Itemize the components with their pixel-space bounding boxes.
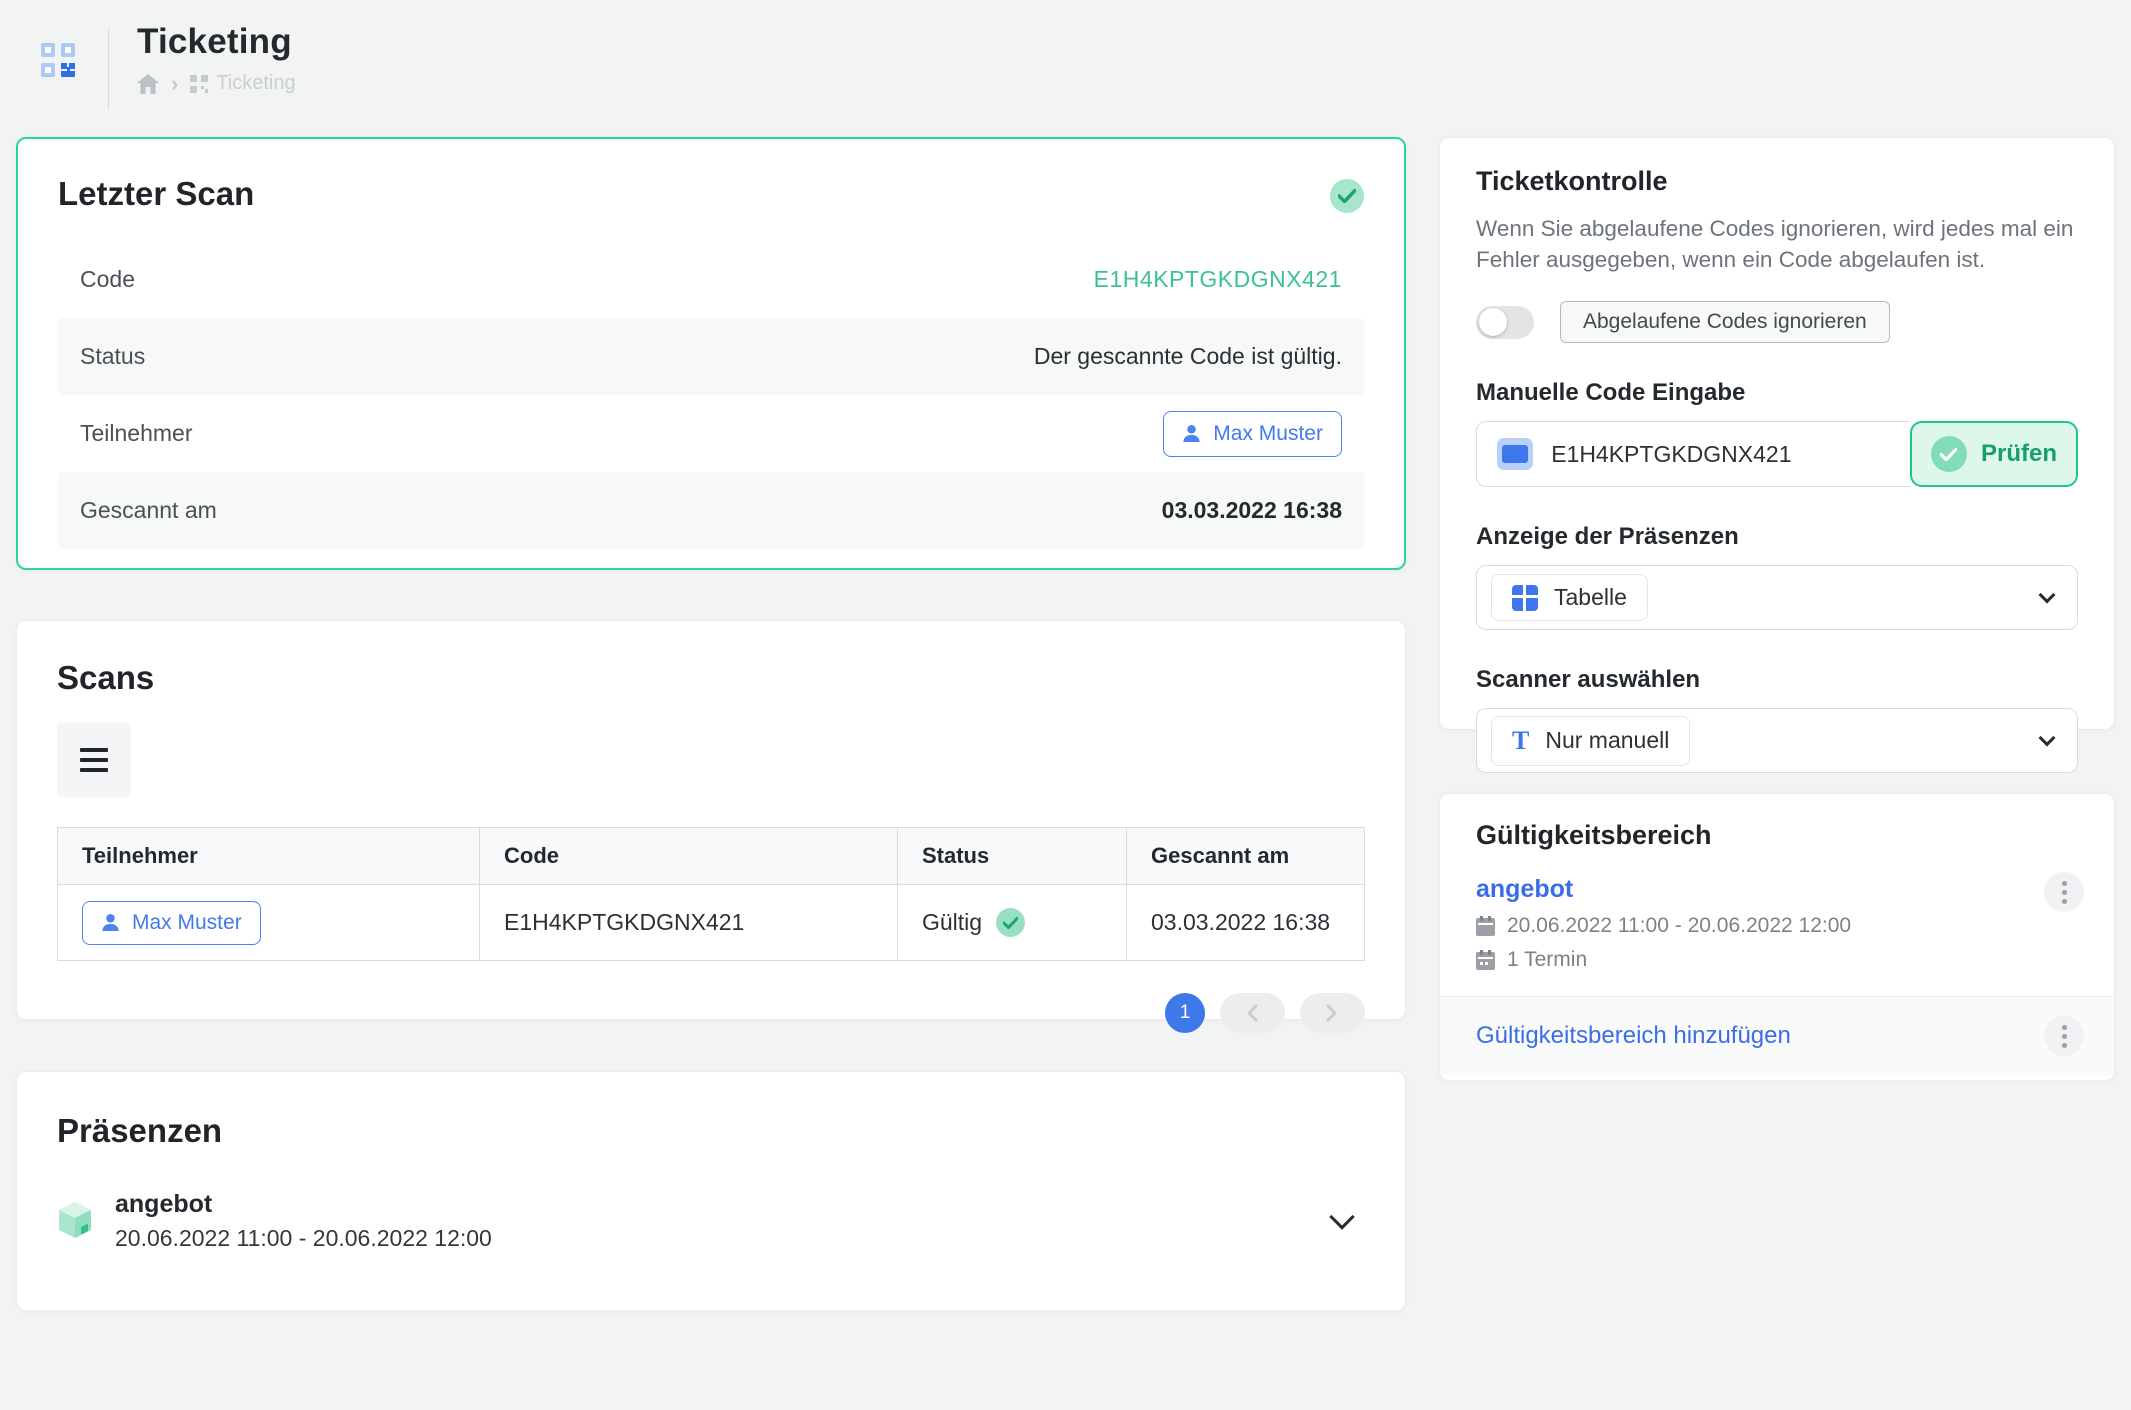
pagination: 1 <box>57 993 1365 1033</box>
col-header-teilnehmer: Teilnehmer <box>58 828 480 885</box>
code-row: Code E1H4KPTGKDGNX421 <box>58 241 1364 318</box>
chevron-down-icon <box>2039 729 2056 746</box>
calendar-icon <box>1476 950 1495 970</box>
chevron-down-icon[interactable] <box>1329 1204 1354 1229</box>
teilnehmer-row: Teilnehmer Max Muster <box>58 395 1364 472</box>
code-input[interactable] <box>1551 441 1890 468</box>
scanner-select[interactable]: T Nur manuell <box>1476 708 2078 773</box>
prev-page-button[interactable] <box>1220 993 1285 1033</box>
anzeige-select[interactable]: Tabelle <box>1476 565 2078 630</box>
scanner-label: Scanner auswählen <box>1476 666 2078 694</box>
breadcrumb-chevron-icon: › <box>171 73 178 95</box>
anzeige-label: Anzeige der Präsenzen <box>1476 523 2078 551</box>
ticketkontrolle-card: Ticketkontrolle Wenn Sie abgelaufene Cod… <box>1439 137 2115 730</box>
row-teilnehmer-chip[interactable]: Max Muster <box>82 901 261 945</box>
letzter-scan-card: Letzter Scan Code E1H4KPTGKDGNX421 Statu… <box>16 137 1406 570</box>
gescannt-row: Gescannt am 03.03.2022 16:38 <box>58 472 1364 549</box>
manual-code-label: Manuelle Code Eingabe <box>1476 379 2078 407</box>
page-title: Ticketing <box>137 22 296 62</box>
status-value: Der gescannte Code ist gültig. <box>1034 343 1342 370</box>
praesenzen-card: Präsenzen angebot 20.06.2022 11:00 - 20.… <box>16 1071 1406 1311</box>
scans-title: Scans <box>57 621 1365 697</box>
breadcrumb: › Ticketing <box>137 72 296 95</box>
code-input-wrapper <box>1476 421 1910 487</box>
breadcrumb-qr-icon <box>190 75 208 93</box>
user-icon <box>101 913 120 932</box>
col-header-gescannt-am: Gescannt am <box>1127 828 1365 885</box>
home-icon[interactable] <box>137 74 159 94</box>
letzter-scan-title: Letzter Scan <box>58 175 254 213</box>
user-icon <box>1182 424 1201 443</box>
praesenz-item-angebot[interactable]: angebot 20.06.2022 11:00 - 20.06.2022 12… <box>57 1190 1365 1252</box>
header-divider <box>108 28 109 110</box>
col-header-code: Code <box>480 828 898 885</box>
valid-check-icon <box>996 908 1025 937</box>
pruefen-button[interactable]: Prüfen <box>1910 421 2078 487</box>
app-logo-icon <box>40 40 80 80</box>
table-menu-icon[interactable] <box>57 723 131 797</box>
cube-icon <box>57 1201 93 1241</box>
chevron-left-icon <box>1246 1004 1258 1022</box>
ticketkontrolle-title: Ticketkontrolle <box>1476 166 2078 197</box>
ignore-codes-button[interactable]: Abgelaufene Codes ignorieren <box>1560 301 1890 343</box>
page-1-button[interactable]: 1 <box>1165 993 1205 1033</box>
text-input-icon: T <box>1512 726 1529 756</box>
teilnehmer-chip[interactable]: Max Muster <box>1163 411 1342 457</box>
scanner-selected-chip: T Nur manuell <box>1491 716 1690 766</box>
scans-card: Scans Teilnehmer Code Status Gescannt am <box>16 620 1406 1020</box>
code-label: Code <box>80 266 135 293</box>
gueltigkeitsbereich-title: Gültigkeitsbereich <box>1476 820 2078 851</box>
gb-add-link[interactable]: Gültigkeitsbereich hinzufügen <box>1476 1022 1791 1050</box>
valid-scan-badge-icon <box>1330 179 1364 213</box>
table-icon <box>1512 585 1538 611</box>
gb-item-termine-row: 1 Termin <box>1476 948 2078 972</box>
col-header-status: Status <box>898 828 1127 885</box>
row-status: Gültig <box>922 909 982 936</box>
row-code: E1H4KPTGKDGNX421 <box>480 885 898 961</box>
praesenzen-title: Präsenzen <box>57 1072 1365 1150</box>
teilnehmer-label: Teilnehmer <box>80 420 193 447</box>
gescannt-value: 03.03.2022 16:38 <box>1162 497 1342 524</box>
anzeige-selected-chip: Tabelle <box>1491 574 1648 621</box>
check-circle-icon <box>1931 436 1967 472</box>
scans-table: Teilnehmer Code Status Gescannt am <box>57 827 1365 961</box>
row-gescannt-am: 03.03.2022 16:38 <box>1127 885 1365 961</box>
page-header: Ticketing › Ticketing <box>0 0 2131 137</box>
breadcrumb-item-ticketing[interactable]: Ticketing <box>190 72 295 95</box>
gb-footer-kebab-menu-icon[interactable] <box>2044 1016 2084 1056</box>
gb-item-kebab-menu-icon[interactable] <box>2044 872 2084 912</box>
praesenz-name: angebot <box>115 1190 492 1219</box>
chevron-down-icon <box>2039 586 2056 603</box>
gescannt-label: Gescannt am <box>80 497 217 524</box>
ticketkontrolle-description: Wenn Sie abgelaufene Codes ignorieren, w… <box>1476 213 2078 275</box>
table-row: Max Muster E1H4KPTGKDGNX421 Gültig <box>58 885 1365 961</box>
gb-item-name-link[interactable]: angebot <box>1476 875 1573 904</box>
left-column: Letzter Scan Code E1H4KPTGKDGNX421 Statu… <box>16 137 1406 1311</box>
ticketing-page: Ticketing › Ticketing <box>0 0 2131 1410</box>
ticket-icon <box>1497 438 1533 470</box>
status-label: Status <box>80 343 145 370</box>
code-value: E1H4KPTGKDGNX421 <box>1094 266 1342 293</box>
gb-item-zeitraum-row: 20.06.2022 11:00 - 20.06.2022 12:00 <box>1476 914 2078 938</box>
content: Letzter Scan Code E1H4KPTGKDGNX421 Statu… <box>0 137 2131 1311</box>
gb-footer: Gültigkeitsbereich hinzufügen <box>1440 996 2114 1075</box>
gueltigkeitsbereich-card: Gültigkeitsbereich angebot 20.06.2022 11… <box>1439 793 2115 1081</box>
chevron-right-icon <box>1326 1004 1338 1022</box>
right-column: Ticketkontrolle Wenn Sie abgelaufene Cod… <box>1439 137 2115 1081</box>
status-row: Status Der gescannte Code ist gültig. <box>58 318 1364 395</box>
ignore-codes-toggle[interactable] <box>1476 306 1534 339</box>
next-page-button[interactable] <box>1300 993 1365 1033</box>
calendar-icon <box>1476 916 1495 936</box>
praesenz-zeitraum: 20.06.2022 11:00 - 20.06.2022 12:00 <box>115 1225 492 1252</box>
